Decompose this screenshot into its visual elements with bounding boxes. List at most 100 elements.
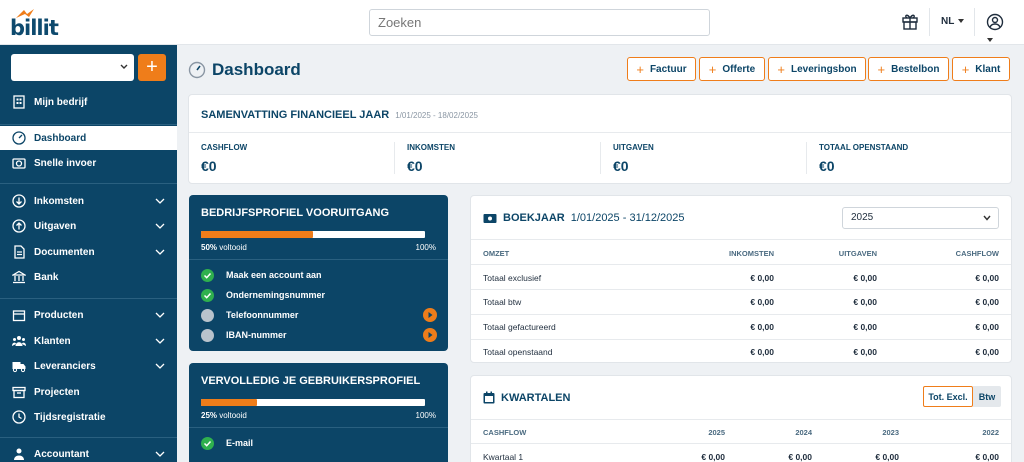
sidebar-item-accountant[interactable]: Accountant (0, 442, 177, 462)
sidebar-item-leveranciers[interactable]: Leveranciers (0, 354, 177, 378)
table-divider (471, 289, 1011, 290)
user-circle-icon (986, 13, 1004, 31)
add-leveringsbon-button[interactable]: + Leveringsbon (768, 57, 866, 81)
sidebar-item-dashboard[interactable]: Dashboard (0, 126, 177, 150)
progress-done-label: voltooid (219, 243, 247, 252)
row-label: Totaal btw (483, 297, 522, 307)
col-header-year: 2025 (708, 428, 725, 437)
page-title-text: Dashboard (212, 60, 301, 79)
company-profile-progress-bar (201, 231, 425, 238)
user-profile-card[interactable]: VERVOLLEDIG JE GEBRUIKERSPROFIEL 25% vol… (189, 363, 448, 462)
add-klant-button[interactable]: + Klant (952, 57, 1010, 81)
table-divider (471, 239, 1011, 240)
company-profile-card[interactable]: BEDRIJFSPROFIEL VOORUITGANG 50% voltooid… (189, 195, 448, 351)
cell-value: € 0,00 (750, 297, 774, 307)
kpi-value: €0 (819, 158, 835, 174)
nav-divider (0, 437, 177, 438)
top-bar: billit NL (0, 0, 1024, 45)
sidebar-item-mijn-bedrijf[interactable]: Mijn bedrijf (0, 90, 177, 114)
step-label: Maak een account aan (226, 270, 322, 280)
gift-icon[interactable] (901, 12, 919, 30)
sidebar-item-inkomsten[interactable]: Inkomsten (0, 189, 177, 213)
profile-divider (189, 427, 448, 428)
play-circle-icon[interactable] (423, 308, 437, 322)
box-icon (12, 310, 26, 322)
sidebar-item-projecten[interactable]: Projecten (0, 380, 177, 404)
table-divider (471, 339, 1011, 340)
chevron-down-icon (155, 198, 165, 204)
step-account: Maak een account aan (201, 267, 437, 283)
kpi-divider (806, 142, 807, 174)
year-select[interactable]: 2025 (842, 207, 999, 229)
truck-icon (12, 362, 26, 373)
company-select[interactable] (11, 54, 134, 81)
boekjaar-title: BOEKJAAR (503, 212, 565, 224)
arrow-up-circle-icon (12, 219, 26, 233)
col-header-year: 2024 (795, 428, 812, 437)
sidebar-item-label: Leveranciers (34, 360, 96, 372)
step-telefoonnummer[interactable]: Telefoonnummer (201, 307, 437, 323)
add-factuur-button[interactable]: + Factuur (627, 57, 696, 81)
boekjaar-card: BOEKJAAR 1/01/2025 - 31/12/2025 2025 OMZ… (470, 195, 1012, 363)
summary-date: 1/01/2025 - 18/02/2025 (395, 111, 478, 120)
step-email: E-mail (201, 435, 437, 451)
row-label: Totaal gefactureerd (483, 322, 556, 332)
sidebar-item-label: Dashboard (34, 132, 87, 144)
language-switch[interactable]: NL (941, 16, 965, 27)
sidebar-item-tijdsregistratie[interactable]: Tijdsregistratie (0, 405, 177, 429)
user-menu[interactable] (986, 13, 1010, 42)
kpi-value: €0 (201, 158, 217, 174)
sidebar-item-documenten[interactable]: Documenten (0, 240, 177, 264)
sidebar-item-producten[interactable]: Producten (0, 303, 177, 327)
billit-logo[interactable]: billit (10, 8, 59, 40)
progress-done-label: voltooid (219, 411, 247, 420)
toggle-tot-excl[interactable]: Tot. Excl. (923, 386, 973, 407)
table-divider (471, 314, 1011, 315)
kwartalen-header: KWARTALEN (483, 391, 576, 404)
step-ondernemingsnummer: Ondernemingsnummer (201, 287, 437, 303)
kpi-totaal-openstaand: TOTAAL OPENSTAAND €0 (819, 143, 908, 174)
kpi-cashflow: CASHFLOW €0 (201, 143, 247, 174)
kpi-uitgaven: UITGAVEN €0 (613, 143, 654, 174)
cell-value: € 0,00 (853, 322, 877, 332)
user-profile-title: VERVOLLEDIG JE GEBRUIKERSPROFIEL (201, 375, 421, 387)
cell-value: € 0,00 (788, 452, 812, 462)
col-header-uitgaven: UITGAVEN (838, 249, 877, 258)
step-iban[interactable]: IBAN-nummer (201, 327, 437, 343)
sidebar-item-snelle-invoer[interactable]: Snelle invoer (0, 151, 177, 175)
users-icon (12, 336, 26, 346)
cell-value: € 0,00 (853, 347, 877, 357)
add-bestelbon-button[interactable]: + Bestelbon (868, 57, 949, 81)
plus-icon: + (708, 61, 717, 77)
sidebar-item-uitgaven[interactable]: Uitgaven (0, 214, 177, 238)
boekjaar-header: BOEKJAAR 1/01/2025 - 31/12/2025 (483, 212, 685, 224)
step-label: E-mail (226, 438, 254, 448)
sidebar-item-klanten[interactable]: Klanten (0, 329, 177, 353)
search-input[interactable] (369, 9, 710, 36)
play-circle-icon[interactable] (423, 328, 437, 342)
toggle-btw[interactable]: Btw (973, 386, 1001, 407)
boekjaar-range: 1/01/2025 - 31/12/2025 (570, 212, 685, 224)
plus-icon: + (877, 61, 886, 77)
table-divider (471, 264, 1011, 265)
plus-icon: + (961, 61, 970, 77)
add-leveringsbon-label: Leveringsbon (791, 63, 857, 75)
row-label: Totaal openstaand (483, 347, 553, 357)
col-header-cashflow: CASHFLOW (483, 428, 527, 437)
summary-title: SAMENVATTING FINANCIEEL JAAR 1/01/2025 - … (201, 109, 478, 121)
sidebar-item-bank[interactable]: Bank (0, 265, 177, 289)
table-divider (471, 443, 1011, 444)
chevron-down-icon (155, 312, 165, 318)
check-circle-icon (201, 288, 214, 302)
year-select-value: 2025 (851, 212, 874, 223)
summary-card: SAMENVATTING FINANCIEEL JAAR 1/01/2025 - … (188, 94, 1012, 184)
company-profile-title: BEDRIJFSPROFIEL VOORUITGANG (201, 207, 390, 219)
chevron-down-icon (120, 64, 128, 69)
add-offerte-button[interactable]: + Offerte (699, 57, 765, 81)
progress-label: 25% voltooid (201, 411, 247, 420)
plus-icon: + (777, 61, 785, 77)
user-profile-progress-bar (201, 399, 425, 406)
quick-add-button[interactable]: + (138, 54, 166, 81)
chevron-down-icon (155, 363, 165, 369)
kpi-label: INKOMSTEN (407, 143, 455, 152)
